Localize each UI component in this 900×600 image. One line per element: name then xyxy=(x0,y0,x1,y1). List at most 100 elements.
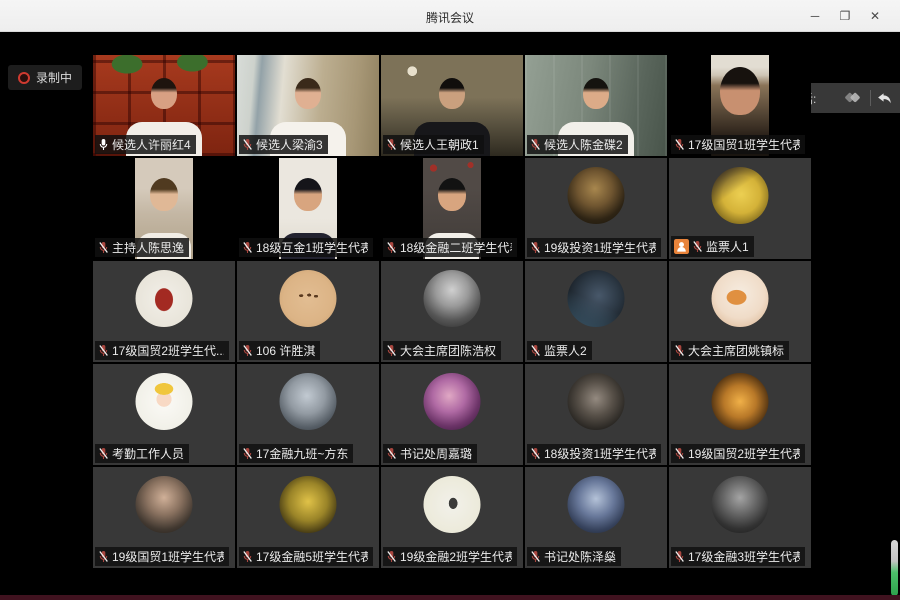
name-tag: 大会主席团陈浩权 xyxy=(383,341,501,360)
participant-tile[interactable]: 19级金融2班学生代表常... xyxy=(381,467,523,568)
mic-muted-icon xyxy=(674,138,685,151)
mic-on-icon xyxy=(98,138,109,151)
collapse-arrow-icon[interactable] xyxy=(877,92,892,105)
name-tag: 106 许胜淇 xyxy=(239,341,320,360)
name-tag: 17金融九班~方东 xyxy=(239,444,353,463)
participant-name: 候选人许丽红4 xyxy=(112,139,191,151)
name-tag: 监票人2 xyxy=(527,341,592,360)
participant-name: 17级国贸1班学生代表苏... xyxy=(688,139,800,151)
participant-name: 17级金融5班学生代表刘... xyxy=(256,551,368,563)
participant-name: 主持人陈思逸 xyxy=(112,242,184,254)
participant-tile[interactable]: 18级互金1班学生代表 xyxy=(237,158,379,259)
participant-tile[interactable]: 17级国贸2班学生代... xyxy=(93,261,235,362)
mic-muted-icon xyxy=(98,550,109,563)
participant-tile[interactable]: 17级金融5班学生代表刘... xyxy=(237,467,379,568)
recording-badge[interactable]: 录制中 xyxy=(8,65,82,90)
participant-name: 17金融九班~方东 xyxy=(256,448,348,460)
name-tag: 候选人王朝政1 xyxy=(383,135,484,154)
minimize-button[interactable]: ─ xyxy=(800,9,830,23)
participant-tile[interactable]: 书记处陈泽燊 xyxy=(525,467,667,568)
participant-name: 18级金融二班学生代表... xyxy=(400,242,512,254)
participant-tile[interactable]: 主持人陈思逸 xyxy=(93,158,235,259)
participant-avatar xyxy=(568,373,625,430)
mic-muted-icon xyxy=(242,447,253,460)
recording-border-strip xyxy=(0,595,900,600)
participant-tile[interactable]: 大会主席团姚镇标 xyxy=(669,261,811,362)
participant-tile[interactable]: 大会主席团陈浩权 xyxy=(381,261,523,362)
mic-muted-icon xyxy=(386,550,397,563)
participant-name: 候选人王朝政1 xyxy=(400,139,479,151)
participant-name: 大会主席团陈浩权 xyxy=(400,345,496,357)
participant-tile[interactable]: 19级投资1班学生代表翟... xyxy=(525,158,667,259)
participant-tile[interactable]: 19级国贸2班学生代表李... xyxy=(669,364,811,465)
mic-muted-icon xyxy=(674,447,685,460)
participant-tile[interactable]: 17金融九班~方东 xyxy=(237,364,379,465)
participant-avatar xyxy=(712,167,769,224)
participant-tile[interactable]: 监票人2 xyxy=(525,261,667,362)
recording-icon xyxy=(18,72,30,84)
participant-name: 书记处陈泽燊 xyxy=(544,551,616,563)
participant-name: 监票人1 xyxy=(706,241,749,253)
name-tag: 18级投资1班学生代表符... xyxy=(527,444,661,463)
participant-avatar xyxy=(712,373,769,430)
participant-name: 17级国贸2班学生代... xyxy=(112,345,224,357)
participant-tile[interactable]: 候选人许丽红4 xyxy=(93,55,235,156)
participant-tile[interactable]: 候选人梁渝3 xyxy=(237,55,379,156)
speaking-panel-icons xyxy=(842,90,900,106)
participant-tile[interactable]: 候选人王朝政1 xyxy=(381,55,523,156)
name-tag: 监票人1 xyxy=(671,236,754,257)
mic-muted-icon xyxy=(98,447,109,460)
participant-tile[interactable]: 考勤工作人员 xyxy=(93,364,235,465)
participant-name: 18级互金1班学生代表 xyxy=(256,242,368,254)
name-tag: 19级金融2班学生代表常... xyxy=(383,547,517,566)
divider xyxy=(870,90,871,106)
restore-button[interactable]: ❐ xyxy=(830,9,860,23)
name-tag: 18级互金1班学生代表 xyxy=(239,238,373,257)
recording-label: 录制中 xyxy=(36,69,72,86)
participant-name: 18级投资1班学生代表符... xyxy=(544,448,656,460)
name-tag: 书记处陈泽燊 xyxy=(527,547,621,566)
scrollbar[interactable] xyxy=(891,540,898,596)
mic-muted-icon xyxy=(386,344,397,357)
host-user-badge-icon xyxy=(674,239,689,254)
mic-muted-icon xyxy=(530,241,541,254)
participant-avatar xyxy=(280,476,337,533)
name-tag: 候选人陈金碟2 xyxy=(527,135,628,154)
close-button[interactable]: ✕ xyxy=(860,9,890,23)
name-tag: 17级国贸2班学生代... xyxy=(95,341,229,360)
layout-view-icon[interactable] xyxy=(842,90,864,106)
titlebar[interactable]: 腾讯会议 ─ ❐ ✕ xyxy=(0,0,900,32)
name-tag: 17级国贸1班学生代表苏... xyxy=(671,135,805,154)
mic-muted-icon xyxy=(242,138,253,151)
participant-avatar xyxy=(712,270,769,327)
participant-tile[interactable]: 17级国贸1班学生代表苏... xyxy=(669,55,811,156)
mic-muted-icon xyxy=(674,344,685,357)
name-tag: 候选人许丽红4 xyxy=(95,135,196,154)
mic-muted-icon xyxy=(530,344,541,357)
participant-name: 19级国贸1班学生代表邓... xyxy=(112,551,224,563)
participant-tile[interactable]: 17级金融3班学生代表吴... xyxy=(669,467,811,568)
window-title: 腾讯会议 xyxy=(0,9,900,26)
name-tag: 19级投资1班学生代表翟... xyxy=(527,238,661,257)
participant-avatar xyxy=(568,476,625,533)
participant-tile[interactable]: 18级投资1班学生代表符... xyxy=(525,364,667,465)
mic-muted-icon xyxy=(674,550,685,563)
participant-name: 19级国贸2班学生代表李... xyxy=(688,448,800,460)
participant-tile[interactable]: 书记处周嘉璐 xyxy=(381,364,523,465)
participant-tile[interactable]: 监票人1 xyxy=(669,158,811,259)
name-tag: 19级国贸1班学生代表邓... xyxy=(95,547,229,566)
mic-muted-icon xyxy=(98,344,109,357)
participant-name: 书记处周嘉璐 xyxy=(400,448,472,460)
name-tag: 大会主席团姚镇标 xyxy=(671,341,789,360)
participant-avatar xyxy=(136,476,193,533)
mic-muted-icon xyxy=(242,550,253,563)
participant-tile[interactable]: 18级金融二班学生代表... xyxy=(381,158,523,259)
participant-tile[interactable]: 候选人陈金碟2 xyxy=(525,55,667,156)
participant-tile[interactable]: 19级国贸1班学生代表邓... xyxy=(93,467,235,568)
mic-muted-icon xyxy=(242,344,253,357)
participant-tile[interactable]: 106 许胜淇 xyxy=(237,261,379,362)
participant-avatar xyxy=(280,270,337,327)
participant-grid: 候选人许丽红4 候选人梁渝3 候选人王朝政1 xyxy=(93,55,811,568)
mic-muted-icon xyxy=(530,447,541,460)
participant-avatar xyxy=(136,270,193,327)
